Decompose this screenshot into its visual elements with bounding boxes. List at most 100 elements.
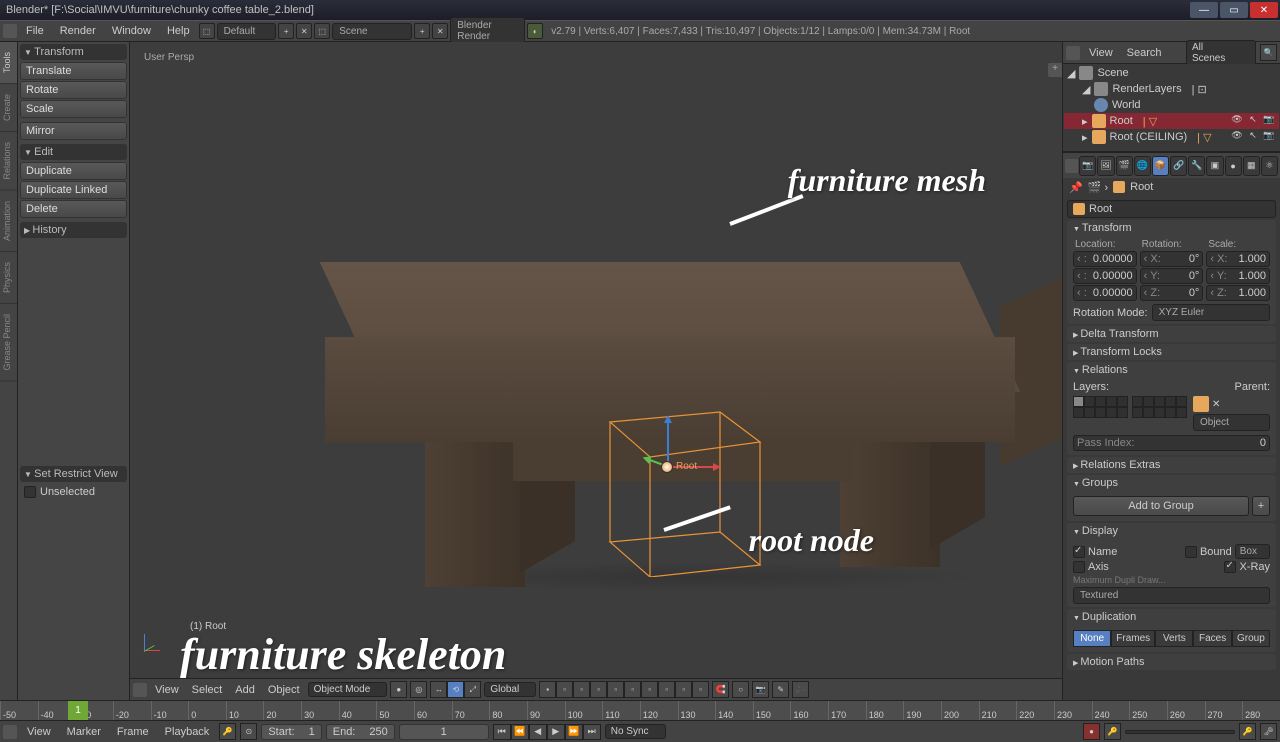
shading-icon[interactable]: ●: [390, 681, 407, 698]
add-group-plus-button[interactable]: +: [1252, 496, 1270, 516]
parent-clear-icon[interactable]: ✕: [1212, 399, 1220, 410]
outliner-ceiling[interactable]: ▸Root (CEILING)| ▽👁↖📷: [1064, 129, 1279, 145]
rot-z-field[interactable]: ‹ Z:0°: [1140, 285, 1204, 301]
loc-y-field[interactable]: ‹ :0.00000: [1073, 268, 1137, 284]
camera-icon[interactable]: 🎥: [792, 681, 809, 698]
display-name-checkbox[interactable]: [1073, 546, 1085, 558]
unselected-checkbox[interactable]: [24, 486, 36, 498]
scl-z-field[interactable]: ‹ Z:1.000: [1206, 285, 1270, 301]
outliner-renderlayers[interactable]: ◢RenderLayers| ⊡: [1064, 81, 1279, 97]
maximize-button[interactable]: ▭: [1220, 2, 1248, 18]
timeline-playback[interactable]: Playback: [159, 724, 216, 740]
unselected-row[interactable]: Unselected: [20, 484, 127, 500]
draw-type-dropdown[interactable]: Textured: [1073, 587, 1270, 604]
editor-type-icon[interactable]: [133, 683, 147, 697]
delete-key-icon[interactable]: 🗝: [1260, 723, 1277, 740]
blender-icon[interactable]: [3, 24, 17, 38]
outliner-view-menu[interactable]: View: [1084, 45, 1118, 61]
object-name-field[interactable]: Root: [1067, 200, 1276, 218]
history-header[interactable]: History: [20, 222, 127, 238]
outliner-scene[interactable]: ◢Scene: [1064, 65, 1279, 81]
manip-rotate-icon[interactable]: ⟲: [447, 681, 464, 698]
current-frame-field[interactable]: 1: [399, 724, 489, 740]
del-layout-btn[interactable]: ✕: [296, 23, 312, 39]
menu-file[interactable]: File: [19, 23, 51, 39]
outliner-root[interactable]: ▸Root| ▽👁↖📷: [1064, 113, 1279, 129]
delta-transform-header[interactable]: Delta Transform: [1067, 326, 1276, 342]
vh-object[interactable]: Object: [263, 682, 305, 698]
z-axis-icon[interactable]: [667, 417, 669, 467]
transform-locks-header[interactable]: Transform Locks: [1067, 344, 1276, 360]
dup-none[interactable]: None: [1073, 630, 1111, 647]
duplication-header[interactable]: Duplication: [1067, 609, 1276, 625]
display-bound-checkbox[interactable]: [1185, 546, 1197, 558]
outliner-tree[interactable]: ◢Scene ◢RenderLayers| ⊡ World ▸Root| ▽👁↖…: [1063, 64, 1280, 152]
outliner-editor-icon[interactable]: [1066, 46, 1080, 60]
dup-faces[interactable]: Faces: [1193, 630, 1231, 647]
rot-x-field[interactable]: ‹ X:0°: [1140, 251, 1204, 267]
tab-object[interactable]: 📦: [1152, 156, 1169, 176]
display-xray-checkbox[interactable]: [1224, 561, 1236, 573]
tab-modifiers[interactable]: 🔧: [1188, 156, 1205, 176]
pass-index-field[interactable]: Pass Index:0: [1073, 435, 1270, 451]
record-icon[interactable]: ●: [1083, 723, 1100, 740]
vh-view[interactable]: View: [150, 682, 184, 698]
jump-end-button[interactable]: ⏭: [583, 724, 601, 740]
tab-data[interactable]: ▣: [1206, 156, 1223, 176]
timeline-marker[interactable]: Marker: [61, 724, 107, 740]
end-frame-field[interactable]: End:250: [326, 724, 395, 740]
pin-icon[interactable]: 📌: [1069, 181, 1083, 194]
close-button[interactable]: ✕: [1250, 2, 1278, 18]
menu-window[interactable]: Window: [105, 23, 158, 39]
transform-header[interactable]: Transform: [20, 44, 127, 60]
rot-y-field[interactable]: ‹ Y:0°: [1140, 268, 1204, 284]
menu-help[interactable]: Help: [160, 23, 197, 39]
tab-texture[interactable]: ▦: [1243, 156, 1260, 176]
dup-frames[interactable]: Frames: [1111, 630, 1155, 647]
bound-type-dropdown[interactable]: Box: [1235, 544, 1270, 559]
mode-dropdown[interactable]: Object Mode: [308, 682, 388, 697]
tab-physics[interactable]: ⚛: [1261, 156, 1278, 176]
manip-translate-icon[interactable]: ↔: [430, 681, 447, 698]
orientation-dropdown[interactable]: Global: [484, 682, 536, 697]
outliner-filter-dropdown[interactable]: All Scenes: [1186, 40, 1256, 66]
play-button[interactable]: ▶: [547, 724, 565, 740]
outliner-search-icon[interactable]: 🔍: [1260, 44, 1277, 61]
tab-world[interactable]: 🌐: [1134, 156, 1151, 176]
tab-grease-pencil[interactable]: Grease Pencil: [0, 304, 17, 382]
parent-field[interactable]: [1193, 396, 1209, 412]
sync-mode-dropdown[interactable]: No Sync: [605, 724, 666, 739]
keying-set-icon[interactable]: 🔑: [1104, 723, 1121, 740]
tab-scene[interactable]: 🎬: [1116, 156, 1133, 176]
tab-renderlayers[interactable]: 🖼: [1097, 156, 1114, 176]
render-engine-dropdown[interactable]: Blender Render: [450, 17, 525, 45]
outliner-search-menu[interactable]: Search: [1122, 45, 1182, 61]
tab-material[interactable]: ●: [1225, 156, 1242, 176]
timeline-frame[interactable]: Frame: [111, 724, 155, 740]
play-reverse-button[interactable]: ◀: [529, 724, 547, 740]
timeline-editor-icon[interactable]: [3, 725, 17, 739]
menu-render[interactable]: Render: [53, 23, 103, 39]
display-header[interactable]: Display: [1067, 523, 1276, 539]
keyframe-next-button[interactable]: ⏩: [565, 724, 583, 740]
gpencil-icon[interactable]: ✎: [772, 681, 789, 698]
display-axis-checkbox[interactable]: [1073, 561, 1085, 573]
auto-keyframe-icon[interactable]: 🔑: [219, 723, 236, 740]
tab-constraints[interactable]: 🔗: [1170, 156, 1187, 176]
duplicate-linked-button[interactable]: Duplicate Linked: [20, 181, 127, 199]
translate-button[interactable]: Translate: [20, 62, 127, 80]
outliner-world[interactable]: World: [1064, 97, 1279, 113]
snap-icon[interactable]: 🧲: [712, 681, 729, 698]
screen-layout-dropdown[interactable]: Default: [217, 23, 277, 40]
dup-group[interactable]: Group: [1232, 630, 1270, 647]
delete-button[interactable]: Delete: [20, 200, 127, 218]
transform-section-header[interactable]: Transform: [1067, 220, 1276, 236]
rotation-mode-dropdown[interactable]: XYZ Euler: [1152, 304, 1270, 321]
vh-add[interactable]: Add: [230, 682, 260, 698]
n-panel-toggle[interactable]: +: [1048, 63, 1062, 77]
tab-animation[interactable]: Animation: [0, 191, 17, 252]
layers-widget[interactable]: ▪▫▫▫▫ ▫▫▫▫▫: [539, 681, 709, 698]
parent-type-dropdown[interactable]: Object: [1193, 414, 1270, 431]
tab-render[interactable]: 📷: [1079, 156, 1096, 176]
timeline-view[interactable]: View: [21, 724, 57, 740]
